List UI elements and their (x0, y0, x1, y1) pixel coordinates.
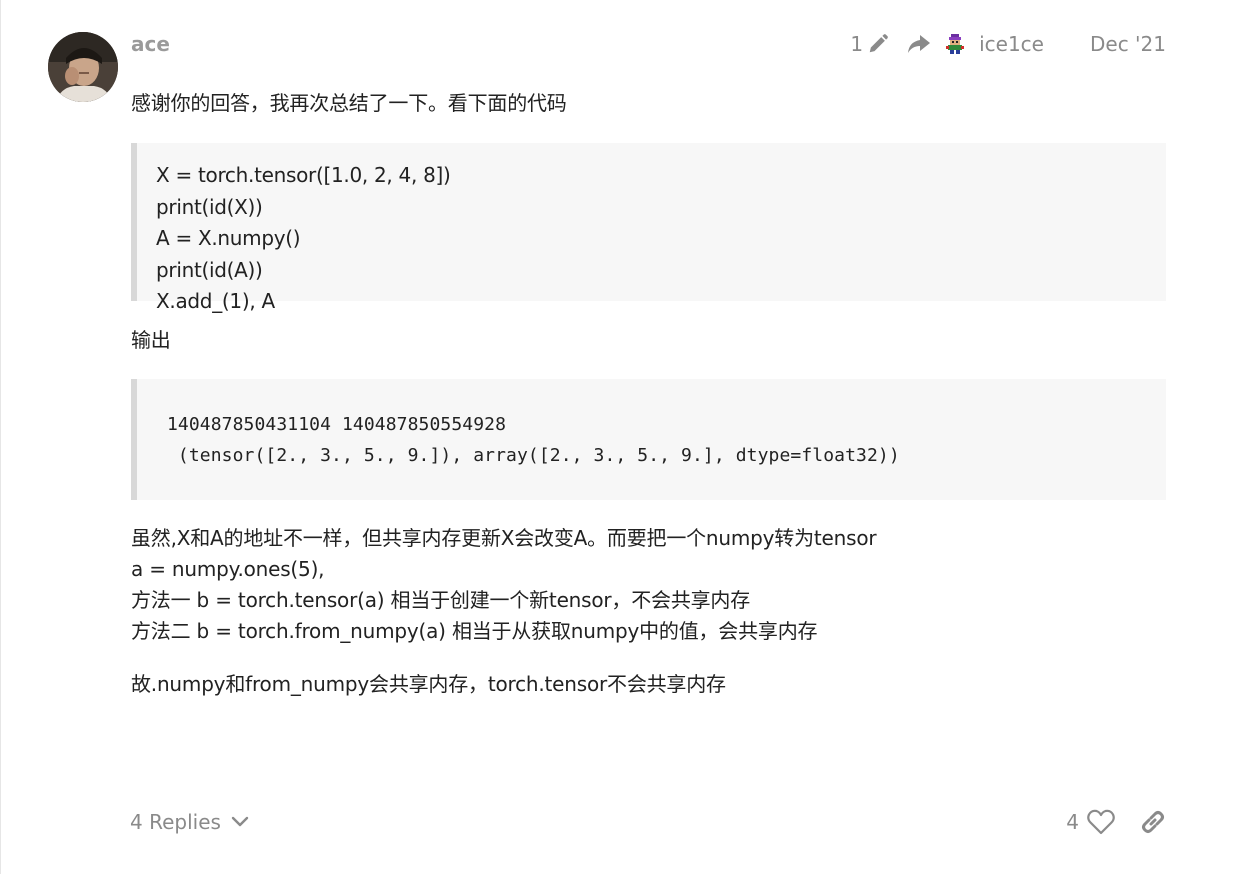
user-avatar[interactable] (48, 32, 118, 102)
post-username[interactable]: ace (131, 32, 170, 56)
post-body: 感谢你的回答，我再次总结了一下。看下面的代码 X = torch.tensor(… (131, 88, 1166, 700)
like-count[interactable]: 4 (1066, 810, 1079, 834)
post-date[interactable]: Dec '21 (1090, 32, 1166, 56)
reply-to-username[interactable]: ice1ce (979, 32, 1044, 56)
show-replies-button[interactable]: 4 Replies (130, 807, 249, 837)
post-paragraph: 虽然,X和A的地址不一样，但共享内存更新X会改变A。而要把一个numpy转为te… (131, 526, 877, 643)
left-border (0, 0, 1, 874)
share-arrow-icon[interactable] (907, 34, 931, 54)
post-paragraph: 感谢你的回答，我再次总结了一下。看下面的代码 (131, 91, 567, 115)
code-line: A = X.numpy() (156, 226, 301, 250)
post-meta: 1 ice1ce Dec '21 (850, 30, 1166, 58)
code-line: print(id(X)) (156, 194, 263, 219)
post-actions: 4 (1066, 806, 1167, 838)
code-block: X = torch.tensor([1.0, 2, 4, 8]) print(i… (131, 143, 1166, 313)
code-line: X = torch.tensor([1.0, 2, 4, 8]) (156, 163, 451, 187)
link-icon[interactable] (1139, 808, 1167, 836)
output-code-block: 140487850431104 140487850554928 (tensor(… (131, 379, 1166, 500)
code-line: (tensor([2., 3., 5., 9.]), array([2., 3.… (167, 445, 900, 466)
edit-count[interactable]: 1 (850, 32, 863, 56)
output-label: 输出 (131, 328, 171, 352)
post-paragraph: 故.numpy和from_numpy会共享内存，torch.tensor不会共享… (131, 672, 726, 696)
pencil-icon[interactable] (867, 33, 889, 55)
heart-icon[interactable] (1087, 809, 1115, 835)
replies-label: 4 Replies (130, 810, 221, 834)
code-line: X.add_(1), A (156, 289, 275, 313)
code-line: print(id(A)) (156, 257, 263, 282)
pixel-avatar-icon[interactable] (945, 34, 965, 54)
code-line: 140487850431104 140487850554928 (167, 414, 507, 435)
chevron-down-icon (231, 816, 249, 828)
